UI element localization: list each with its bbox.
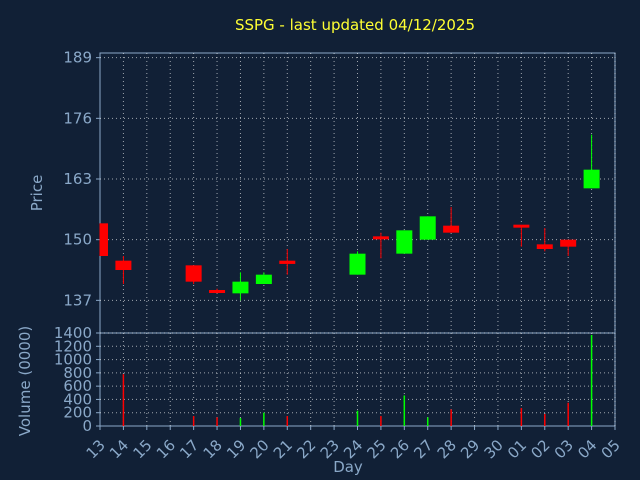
volume-axis-label: Volume (0000)	[16, 326, 34, 436]
price-tick-label: 176	[63, 109, 92, 127]
candle-body	[115, 260, 132, 270]
chart-title: SSPG - last updated 04/12/2025	[235, 16, 475, 34]
candle-body	[372, 236, 389, 240]
candle-body	[232, 281, 249, 294]
candle-body	[255, 274, 272, 284]
candle-body	[185, 265, 202, 282]
candle-body	[443, 225, 460, 233]
volume-tick-label: 1400	[54, 324, 92, 342]
price-tick-label: 163	[63, 170, 92, 188]
candle-body	[560, 239, 577, 247]
candle-body	[583, 169, 600, 189]
candle-body	[349, 253, 366, 275]
price-tick-label: 150	[63, 231, 92, 249]
price-tick-label: 137	[63, 291, 92, 309]
candle-body	[279, 260, 296, 264]
candle-body	[100, 223, 108, 256]
price-axis-label: Price	[28, 175, 46, 212]
candle-body	[396, 230, 413, 254]
candle-body	[419, 216, 436, 240]
stock-chart: SSPG - last updated 04/12/2025 137 150 163…	[0, 0, 640, 480]
x-axis-label: Day	[333, 458, 363, 476]
price-tick-label: 189	[63, 49, 92, 67]
candle-body	[536, 244, 553, 249]
candle-body	[209, 290, 226, 293]
candle-body	[513, 224, 530, 228]
